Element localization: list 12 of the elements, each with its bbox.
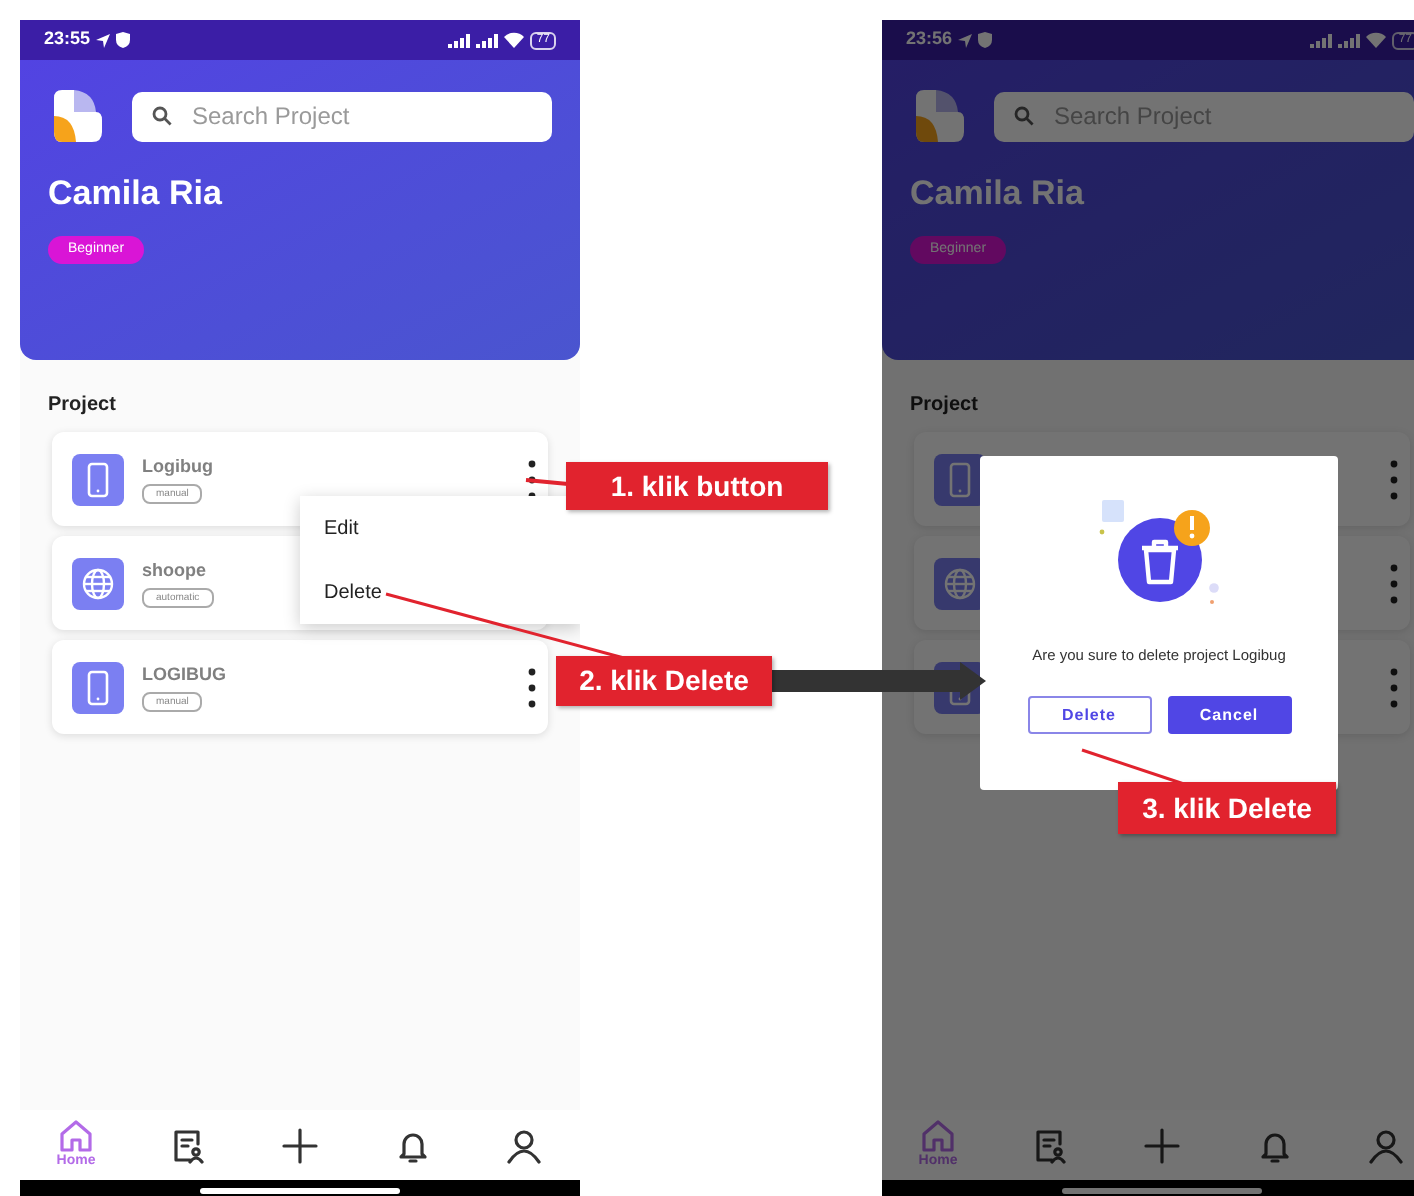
callout-label: 1. klik button (566, 462, 828, 510)
callout-label: 2. klik Delete (556, 656, 772, 706)
user-name: Camila Ria (910, 172, 1086, 216)
status-time: 23:55 (44, 26, 91, 53)
project-name: Logibug (142, 453, 213, 480)
project-name: LOGIBUG (142, 661, 226, 688)
status-time: 23:56 (906, 26, 953, 53)
user-name: Camila Ria (48, 172, 224, 216)
section-title: Project (910, 392, 980, 420)
project-name: shoope (142, 557, 207, 584)
callout-label: 3. klik Delete (1118, 782, 1336, 834)
section-title: Project (48, 392, 118, 420)
